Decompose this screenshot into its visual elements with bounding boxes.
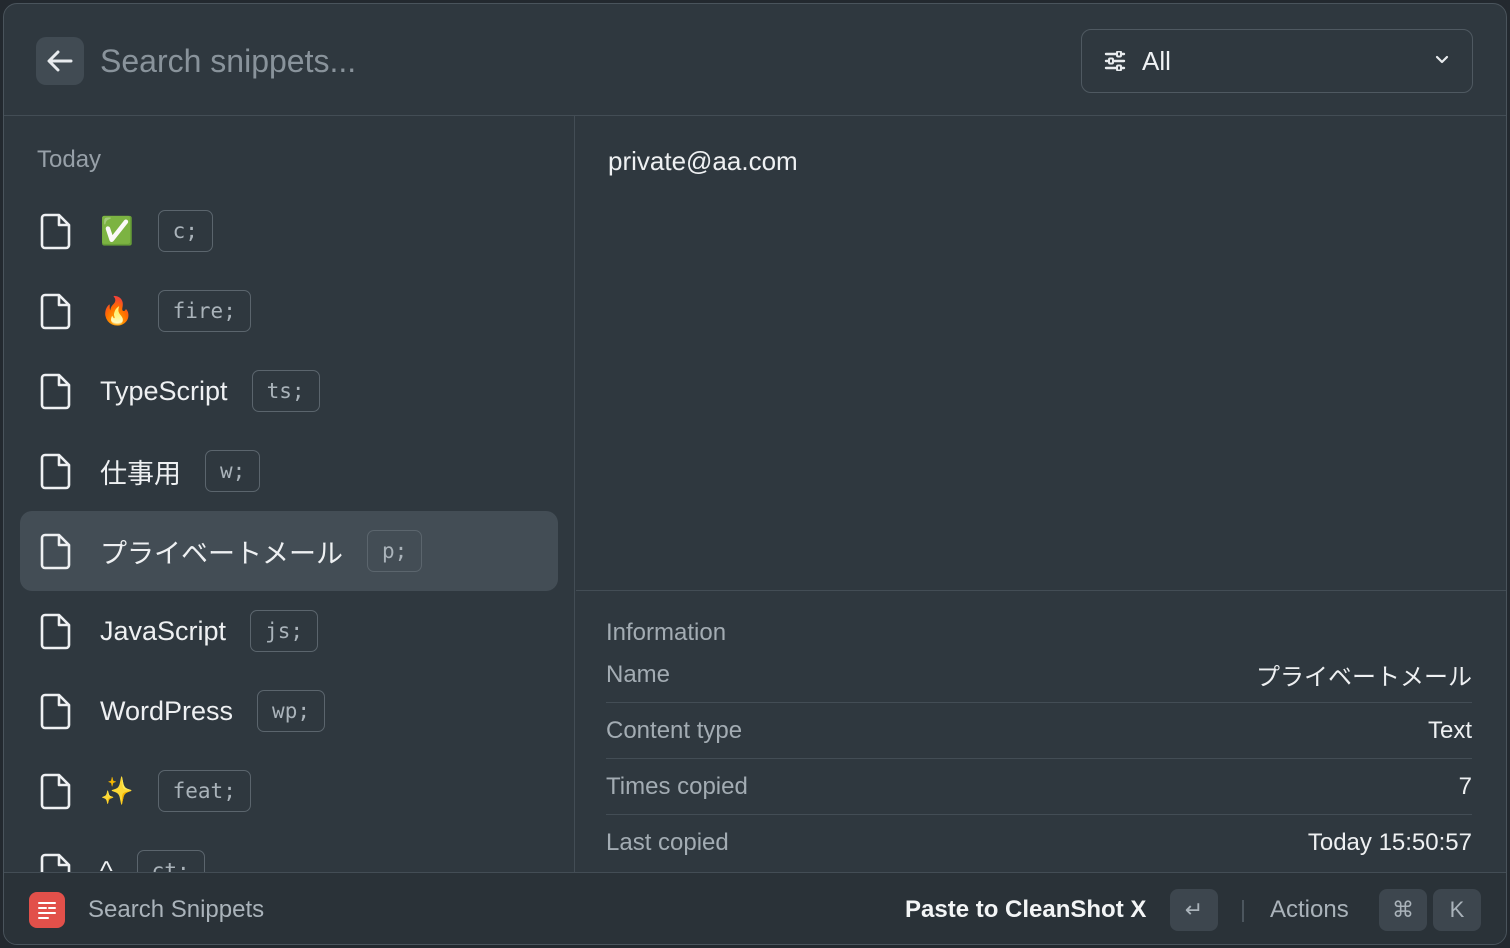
snippet-list-item[interactable]: JavaScript js; xyxy=(20,591,558,671)
snippet-title: TypeScript xyxy=(100,375,228,406)
document-icon xyxy=(40,613,71,650)
snippet-list-item[interactable]: ^ ct; xyxy=(20,831,558,874)
snippet-title: 🔥 xyxy=(100,296,134,326)
action-bar: Search Snippets Paste to CleanShot X ↵ A… xyxy=(4,872,1506,944)
section-title-today: Today xyxy=(37,146,102,173)
snippet-keyword: p; xyxy=(367,530,423,572)
snippet-title: ✅ xyxy=(100,216,134,246)
snippet-keyword: feat; xyxy=(157,770,251,812)
enter-key-hint[interactable]: ↵ xyxy=(1170,889,1218,931)
snippet-list-item[interactable]: ✅ c; xyxy=(20,191,558,271)
filter-label: All xyxy=(1142,45,1171,76)
chevron-down-icon xyxy=(1435,55,1449,64)
document-icon xyxy=(40,853,71,874)
document-icon xyxy=(40,453,71,490)
snippet-title: プライベートメール xyxy=(100,538,343,569)
arrow-left-icon xyxy=(47,50,73,72)
snippet-title: WordPress xyxy=(100,695,234,726)
divider xyxy=(1242,900,1244,922)
snippet-list-item[interactable]: TypeScript ts; xyxy=(20,351,558,431)
info-row-last-copied: Last copied Today 15:50:57 xyxy=(606,815,1472,871)
snippet-list-item[interactable]: プライベートメール p; xyxy=(20,511,558,591)
document-icon xyxy=(40,373,71,410)
info-value: Today 15:50:57 xyxy=(1307,829,1472,856)
info-key: Last copied xyxy=(606,829,729,856)
command-title: Search Snippets xyxy=(88,896,265,923)
back-button[interactable] xyxy=(36,37,84,85)
snippet-list-item[interactable]: 🔥 fire; xyxy=(20,271,558,351)
info-row-name: Name プライベートメール xyxy=(606,647,1472,703)
snippet-list-item[interactable]: ✨ feat; xyxy=(20,751,558,831)
search-bar: All xyxy=(4,4,1506,116)
document-icon xyxy=(40,293,71,330)
snippets-window: All Today ✅ c; 🔥 fire; TypeScript ts; 仕事用 w; プライ… xyxy=(3,3,1507,945)
detail-panel: private@aa.com Information Name プライベートメー… xyxy=(576,116,1506,874)
snippet-list-item[interactable]: WordPress wp; xyxy=(20,671,558,751)
filter-lines-icon xyxy=(1104,51,1126,71)
snippet-preview: private@aa.com xyxy=(608,146,798,176)
snippet-keyword: js; xyxy=(250,610,318,652)
info-value: 7 xyxy=(1458,772,1472,800)
info-row-content-type: Content type Text xyxy=(606,703,1472,759)
document-icon xyxy=(40,693,71,730)
snippet-title: ✨ xyxy=(100,776,134,806)
document-icon xyxy=(40,533,71,570)
paste-action-button[interactable]: Paste to CleanShot X xyxy=(905,896,1146,924)
info-row-times-copied: Times copied 7 xyxy=(606,759,1472,815)
information-title: Information xyxy=(606,619,727,646)
document-icon xyxy=(40,773,71,810)
command-key-hint[interactable]: ⌘ xyxy=(1379,889,1427,931)
k-key-hint[interactable]: K xyxy=(1433,889,1481,931)
snippet-list: Today ✅ c; 🔥 fire; TypeScript ts; 仕事用 w; プライベートメ… xyxy=(4,116,575,874)
snippet-keyword: ct; xyxy=(136,850,205,874)
search-input[interactable] xyxy=(100,34,1000,88)
snippet-keyword: w; xyxy=(205,450,261,492)
snippet-keyword: ts; xyxy=(251,370,320,412)
info-key: Content type xyxy=(606,716,743,744)
snippet-keyword: fire; xyxy=(157,290,251,332)
info-value: プライベートメール xyxy=(1256,664,1472,691)
snippet-title: 仕事用 xyxy=(100,458,181,489)
snippet-title: JavaScript xyxy=(100,615,227,646)
info-key: Name xyxy=(606,660,671,688)
snippet-list-item[interactable]: 仕事用 w; xyxy=(20,431,558,511)
info-value: Text xyxy=(1427,716,1472,744)
actions-button[interactable]: Actions xyxy=(1270,896,1349,924)
document-icon xyxy=(40,213,71,250)
snippet-keyword: wp; xyxy=(257,690,325,732)
snippet-keyword: c; xyxy=(157,210,213,252)
filter-dropdown[interactable]: All xyxy=(1081,29,1473,93)
snippets-app-icon xyxy=(29,892,65,928)
info-key: Times copied xyxy=(606,772,748,800)
information-section: Information Name プライベートメール Content type … xyxy=(576,590,1506,880)
